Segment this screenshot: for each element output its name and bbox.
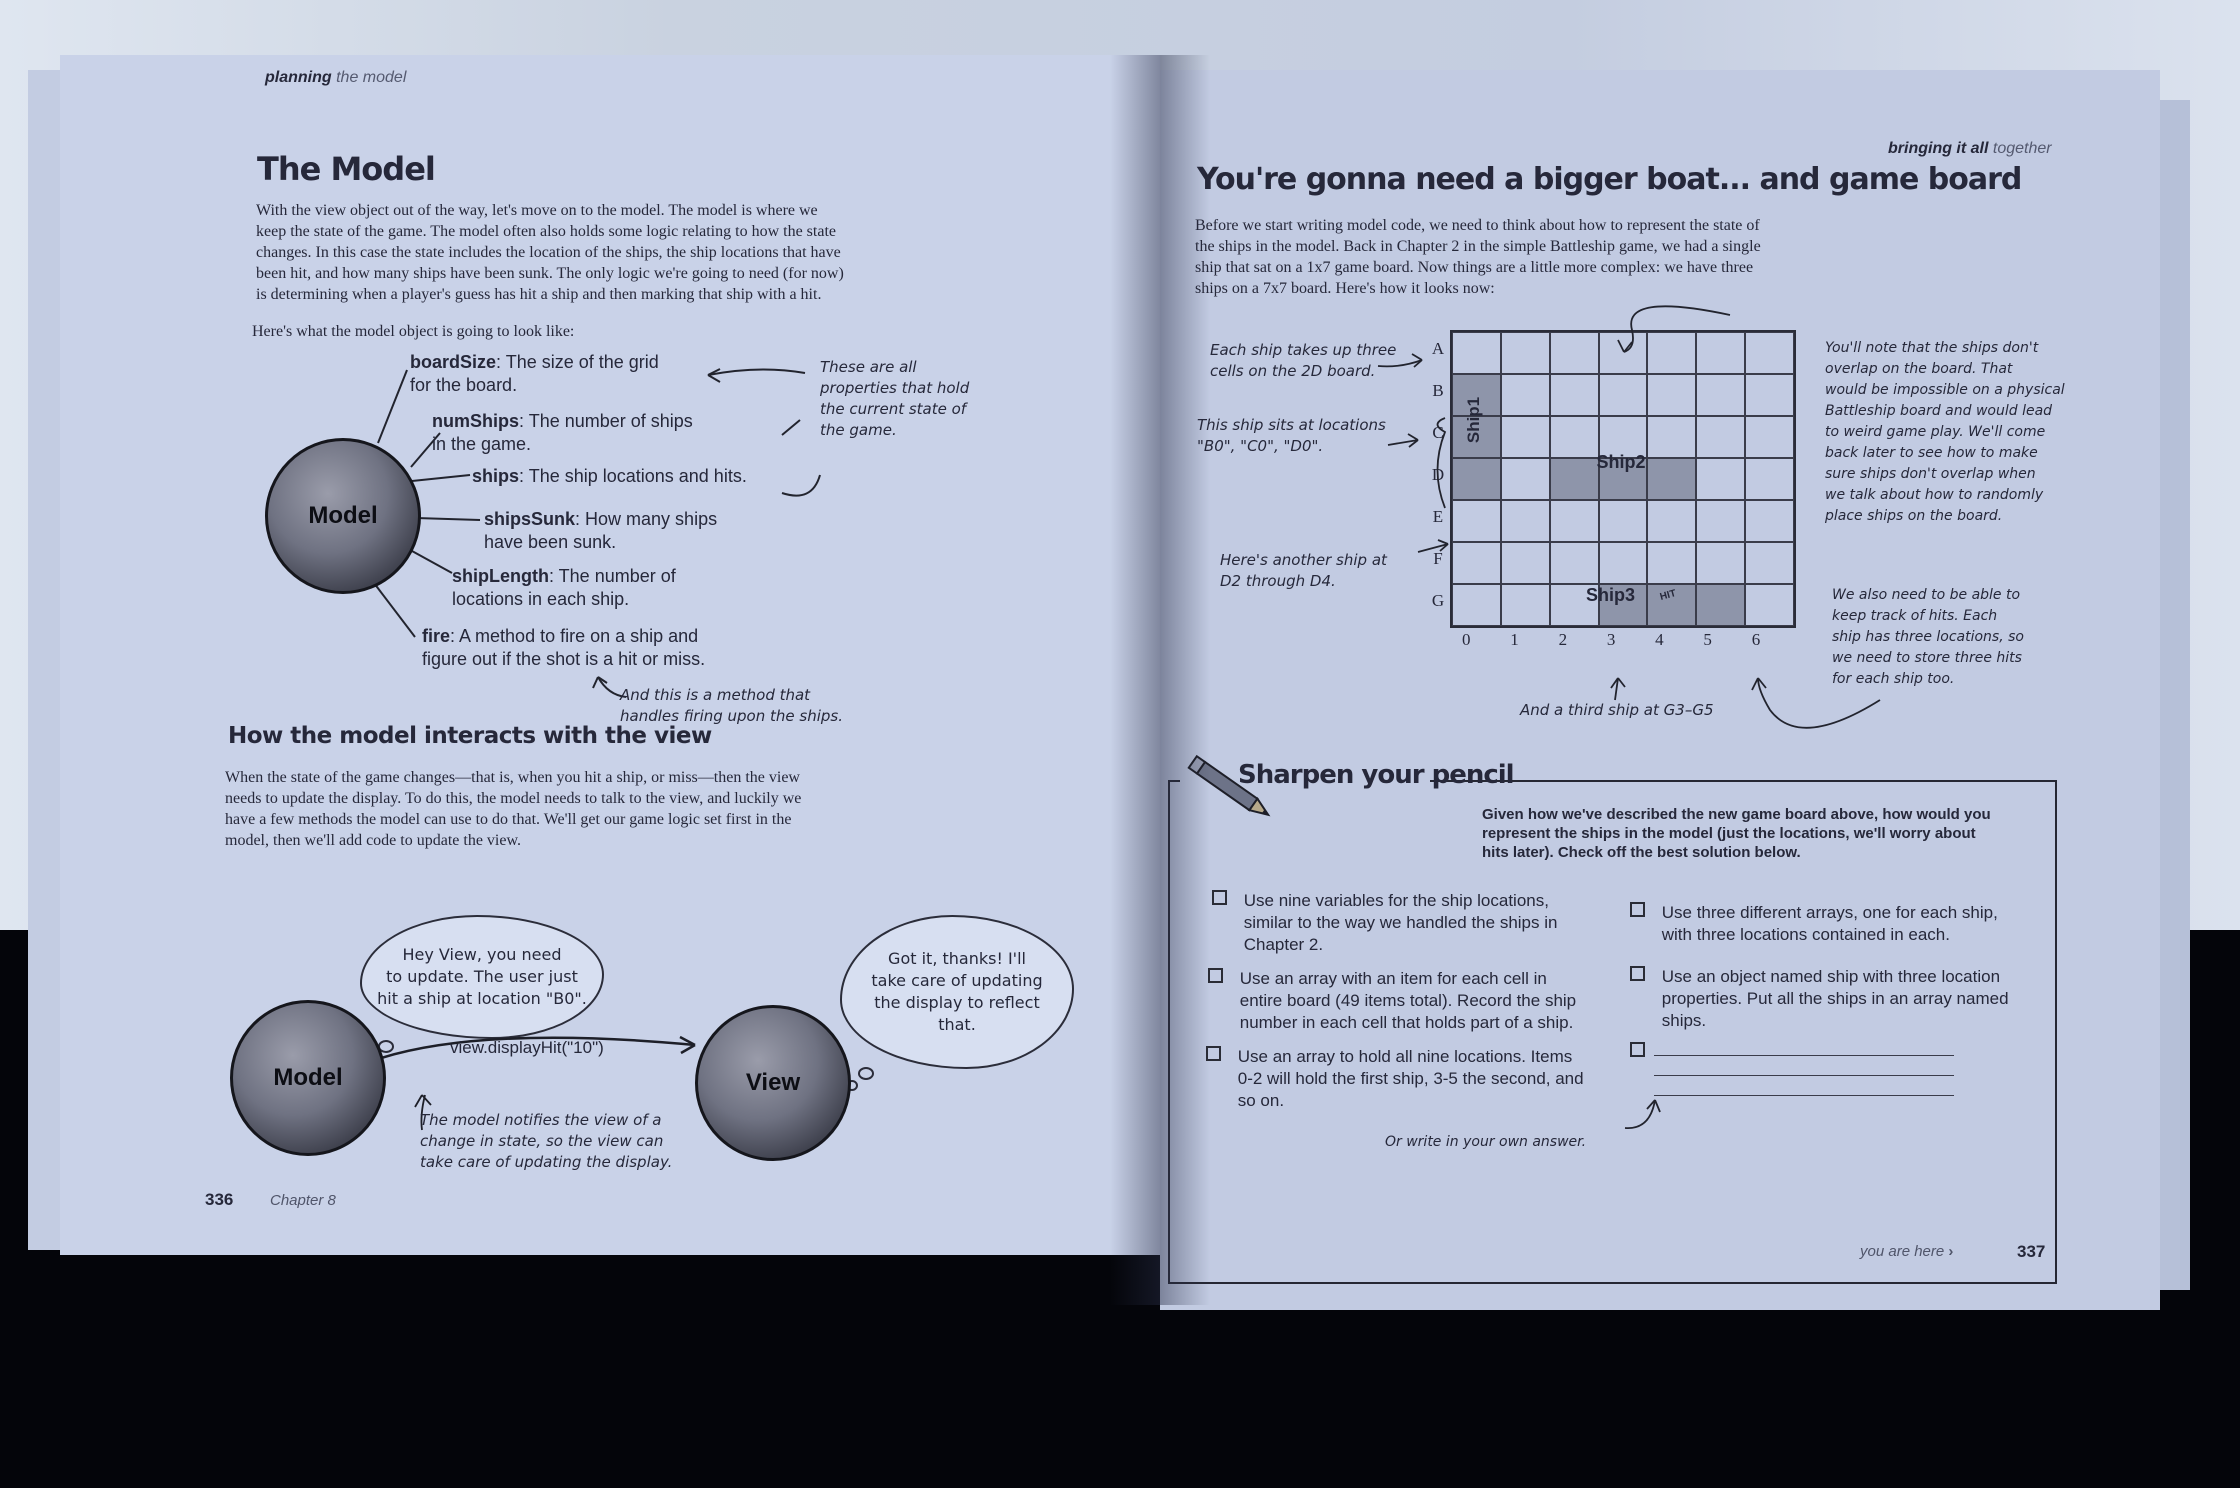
footer-arrow-icon: › — [1948, 1243, 1954, 1260]
choice-line: Use an array with an item for each cell … — [1239, 969, 1547, 988]
checkbox[interactable] — [1212, 890, 1227, 905]
checkbox[interactable] — [1630, 902, 1645, 917]
choice-three-arrays[interactable]: Use three different arrays, one for each… — [1630, 902, 1998, 946]
footer-label: you are here › — [1860, 1243, 1953, 1260]
checkbox[interactable] — [1208, 968, 1223, 983]
choice-line: Use an array to hold all nine locations.… — [1237, 1047, 1573, 1066]
sharpen-title: Sharpen your pencil — [1238, 760, 1515, 790]
choice-line: number in each cell that holds part of a… — [1239, 1013, 1574, 1032]
choice-line: Use nine variables for the ship location… — [1243, 891, 1549, 910]
book-gutter — [1110, 55, 1210, 1305]
model-orb-bottom: Model — [230, 1000, 386, 1156]
view-orb-label: View — [745, 1069, 801, 1096]
left-page: planning the model The Model With the vi… — [60, 55, 1160, 1255]
choice-line: Use three different arrays, one for each… — [1661, 903, 1998, 922]
annotation-line: change in state, so the view can — [420, 1132, 664, 1150]
question-line: hits later). Check off the best solution… — [1482, 844, 1801, 861]
question-line: represent the ships in the model (just t… — [1482, 825, 1976, 842]
choice-line: Chapter 2. — [1243, 935, 1324, 954]
choice-line: similar to the way we handled the ships … — [1243, 913, 1558, 932]
footer-text: you are here — [1860, 1243, 1945, 1260]
choice-array-per-cell[interactable]: Use an array with an item for each cell … — [1208, 968, 1576, 1034]
checkbox[interactable] — [1630, 966, 1645, 981]
method-call: view.displayHit("10") — [450, 1038, 604, 1057]
checkbox[interactable] — [1630, 1042, 1645, 1057]
view-orb: View — [695, 1005, 851, 1161]
choice-line: 0-2 will hold the first ship, 3-5 the se… — [1237, 1069, 1584, 1088]
page-number-left: 336 — [205, 1190, 234, 1209]
choice-nine-variables[interactable]: Use nine variables for the ship location… — [1212, 890, 1557, 956]
annotation-line: take care of updating the display. — [420, 1153, 673, 1171]
choice-line: Use an object named ship with three loca… — [1661, 967, 2001, 986]
sharpen-question: Given how we've described the new game b… — [1482, 805, 1991, 862]
choice-line: properties. Put all the ships in an arra… — [1661, 989, 2009, 1008]
answer-line[interactable] — [1654, 1095, 1954, 1096]
choice-line: so on. — [1237, 1091, 1285, 1110]
question-line: Given how we've described the new game b… — [1482, 806, 1991, 823]
answer-line[interactable] — [1654, 1075, 1954, 1076]
model-orb-label: Model — [273, 1064, 343, 1091]
annotation-line: The model notifies the view of a — [420, 1111, 662, 1129]
choice-own-answer[interactable] — [1630, 1042, 1657, 1064]
model-view-arrow — [374, 1035, 696, 1131]
choice-line: with three locations contained in each. — [1661, 925, 1950, 944]
choice-ship-object[interactable]: Use an object named ship with three loca… — [1630, 966, 2009, 1032]
answer-line[interactable] — [1654, 1055, 1954, 1056]
pencil-icon — [1187, 754, 1271, 817]
chapter-label: Chapter 8 — [270, 1192, 336, 1209]
choice-line: entire board (49 items total). Record th… — [1239, 991, 1577, 1010]
choice-line: ships. — [1661, 1011, 1707, 1030]
right-page: bringing it all together You're gonna ne… — [1160, 70, 2160, 1310]
choice-array-nine[interactable]: Use an array to hold all nine locations.… — [1206, 1046, 1584, 1112]
own-answer-hint: Or write in your own answer. — [1385, 1134, 1587, 1150]
page-number-right: 337 — [2017, 1242, 2046, 1261]
annotation-call: The model notifies the view of a change … — [420, 1110, 672, 1173]
